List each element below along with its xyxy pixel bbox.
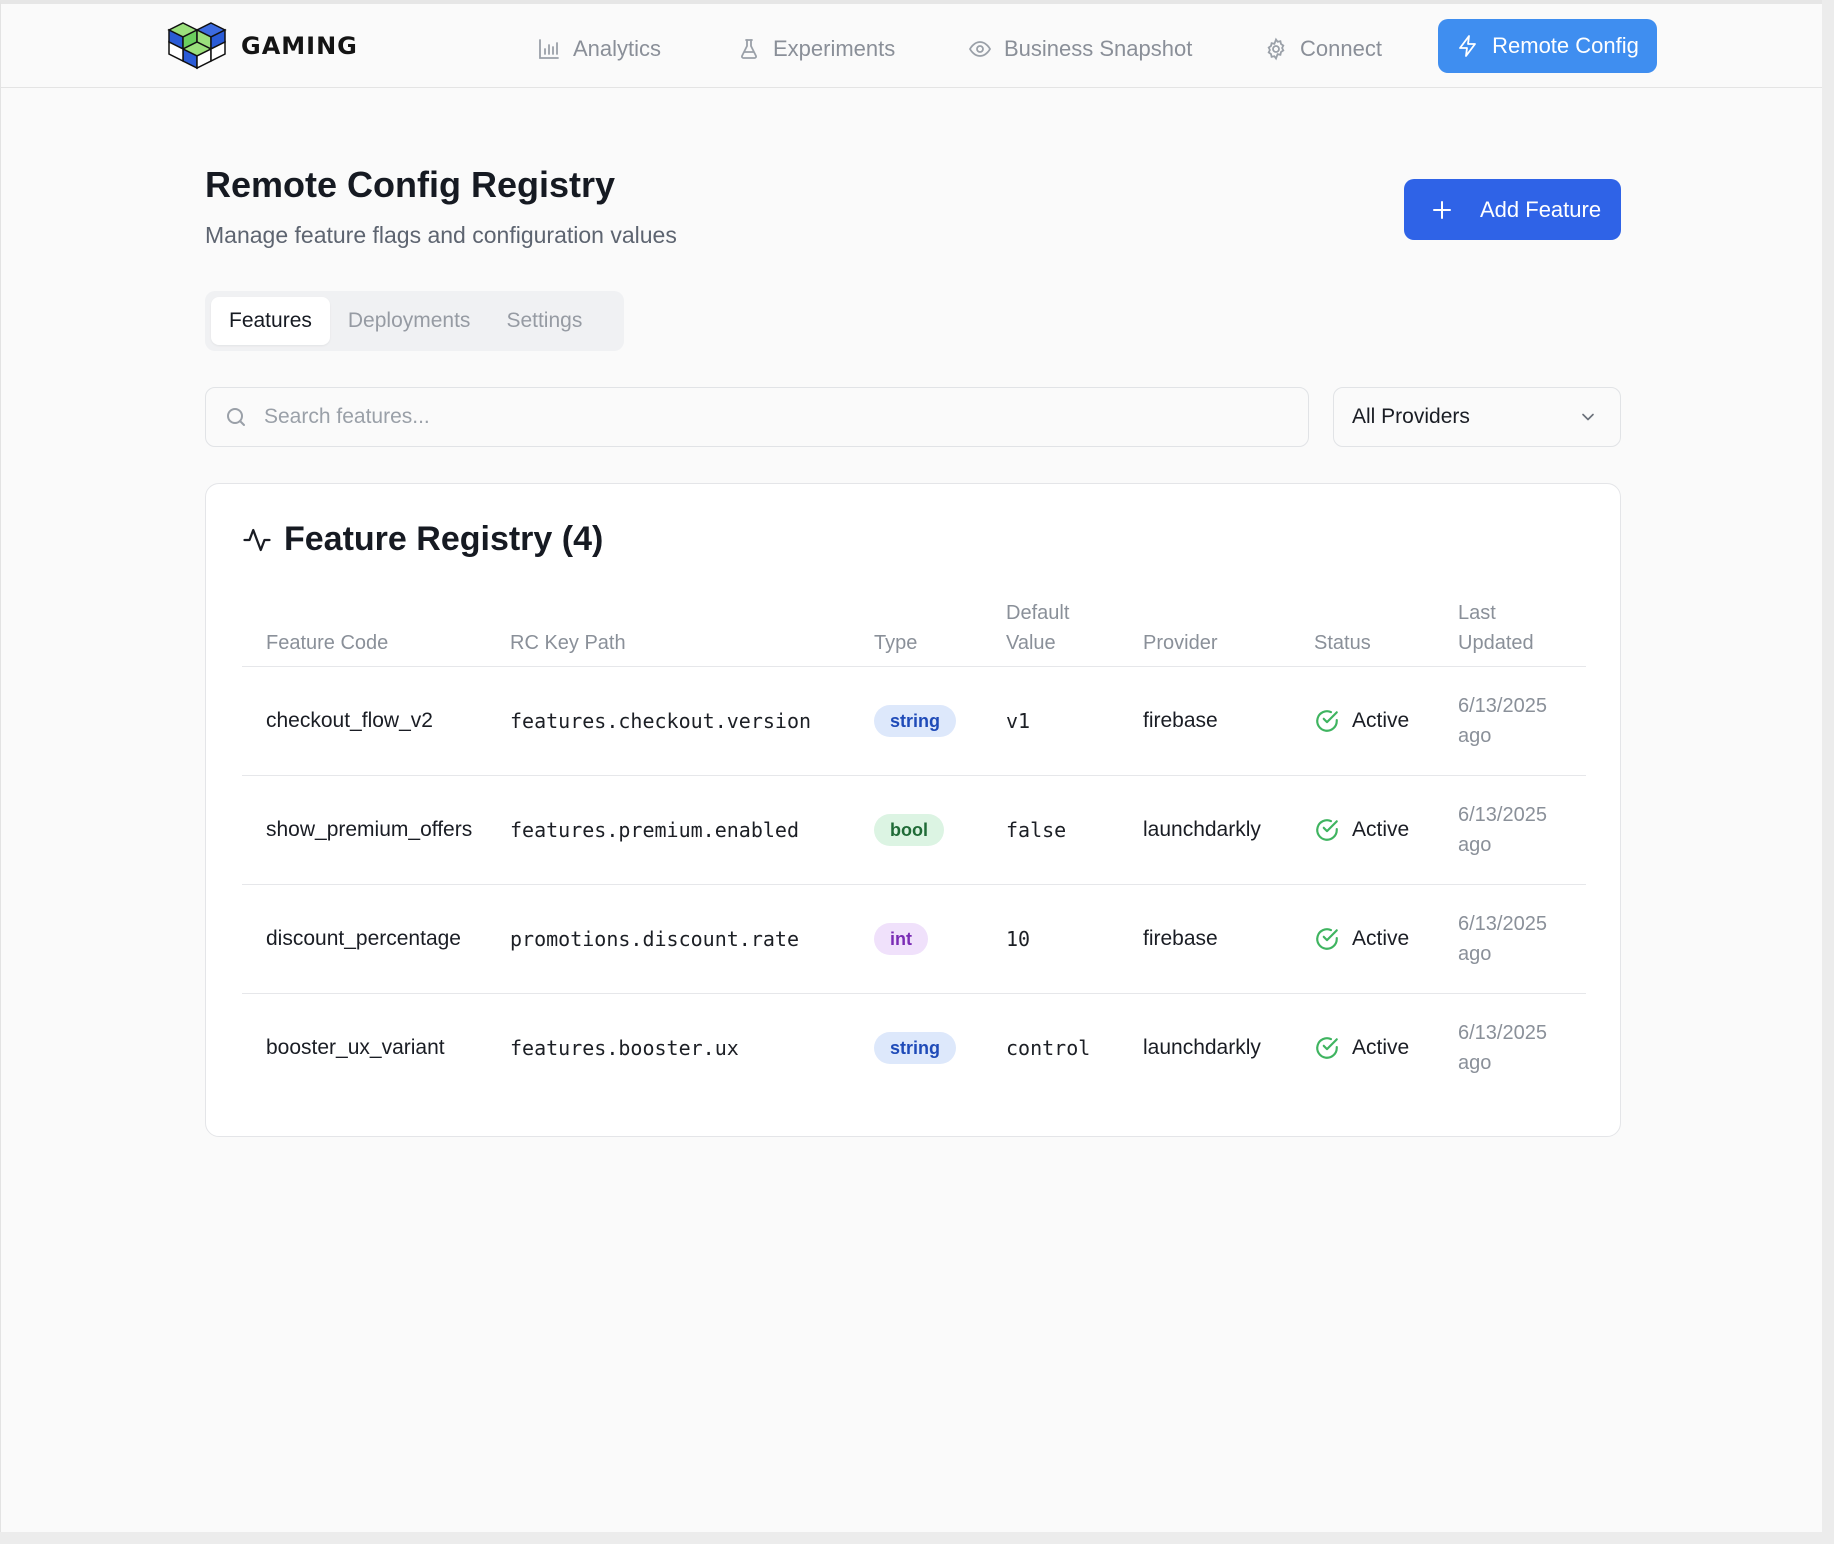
flask-icon [741,39,757,59]
default-value: control [1006,1035,1091,1060]
provider: launchdarkly [1143,775,1314,885]
table-row[interactable]: discount_percentage promotions.discount.… [242,884,1586,994]
table-header-row: Feature Code RC Key Path Type Default Val… [242,594,1586,667]
provider-select[interactable]: All Providers [1333,387,1621,447]
col-last-updated[interactable]: Last Updated [1458,594,1586,667]
card-title: Feature Registry (4) [284,520,604,558]
status-badge: Active [1314,926,1458,952]
nav-analytics-label: Analytics [573,36,662,61]
provider: firebase [1143,884,1314,994]
add-feature-button[interactable]: Add Feature [1404,179,1621,240]
col-provider[interactable]: Provider [1143,594,1314,667]
search-icon [227,408,245,426]
bar-chart-icon [539,39,559,59]
cubes-logo-icon [167,22,227,70]
check-circle-icon [1316,927,1338,950]
table-row[interactable]: show_premium_offers features.premium.ena… [242,775,1586,885]
rc-key-path: features.booster.ux [510,1035,739,1060]
table-row[interactable]: booster_ux_variant features.booster.ux s… [242,993,1586,1102]
check-circle-icon [1316,818,1338,841]
feature-registry-card: Feature Registry (4) Feature Code RC Key… [205,483,1621,1137]
col-default-value[interactable]: Default Value [1006,594,1143,667]
default-value: 10 [1006,884,1143,994]
type-badge: string [874,704,957,737]
last-updated: 6/13/2025 ago [1458,775,1586,885]
add-feature-label: Add Feature [1480,196,1602,222]
nav-connect[interactable]: Connect [1264,22,1382,76]
rc-key-path: promotions.discount.rate [510,884,874,994]
rc-key-path: features.premium.enabled [510,775,874,885]
lightning-icon [1459,35,1477,57]
gear-icon [1267,37,1285,61]
col-feature-code[interactable]: Feature Code [242,594,510,667]
tab-features[interactable]: Features [211,297,330,345]
provider-select-value: All Providers [1352,405,1470,428]
status-badge: Active [1314,1035,1458,1061]
nav-business-snapshot[interactable]: Business Snapshot [968,22,1192,76]
last-updated: 6/13/2025 ago [1458,1021,1547,1074]
default-value: false [1006,775,1143,885]
type-badge: string [874,1031,957,1064]
chevron-down-icon [1582,413,1594,421]
search-input[interactable] [264,405,1164,429]
tab-settings[interactable]: Settings [488,297,600,345]
plus-icon [1433,200,1451,219]
feature-code: checkout_flow_v2 [242,666,510,776]
app-window: GAMING Analytics Experiments Business Sn… [0,0,1822,1532]
nav-experiments[interactable]: Experiments [737,22,895,76]
brand-name: GAMING [241,32,358,60]
brand-logo[interactable]: GAMING [167,21,358,71]
provider: firebase [1143,666,1314,776]
check-circle-icon [1316,709,1338,732]
col-rc-key-path[interactable]: RC Key Path [510,594,874,667]
default-value: v1 [1006,666,1143,776]
status-badge: Active [1314,817,1458,843]
status-badge: Active [1314,708,1458,734]
tab-deployments[interactable]: Deployments [330,297,489,345]
tab-bar: Features Deployments Settings [205,291,624,351]
page-subtitle: Manage feature flags and configuration v… [205,222,677,248]
col-type[interactable]: Type [874,594,1006,667]
provider: launchdarkly [1143,1035,1261,1059]
activity-icon [243,528,271,551]
nav-remote-config-label: Remote Config [1492,33,1639,58]
table-row[interactable]: checkout_flow_v2 features.checkout.versi… [242,666,1586,776]
page-title: Remote Config Registry [205,164,616,205]
top-navigation: GAMING Analytics Experiments Business Sn… [1,4,1822,88]
nav-business-snapshot-label: Business Snapshot [1004,36,1193,61]
type-badge: int [874,922,928,955]
feature-code: discount_percentage [242,884,510,994]
nav-connect-label: Connect [1300,36,1382,61]
check-circle-icon [1316,1036,1338,1059]
rc-key-path: features.checkout.version [510,666,874,776]
eye-icon [968,41,992,57]
nav-experiments-label: Experiments [773,36,896,61]
col-status[interactable]: Status [1314,594,1458,667]
feature-code: show_premium_offers [242,775,510,885]
last-updated: 6/13/2025 ago [1458,666,1586,776]
card-header: Feature Registry (4) [242,520,603,559]
last-updated: 6/13/2025 ago [1458,884,1586,994]
feature-table: Feature Code RC Key Path Type Default Val… [242,594,1586,1102]
nav-analytics[interactable]: Analytics [537,22,661,76]
type-badge: bool [874,813,944,846]
nav-remote-config[interactable]: Remote Config [1438,19,1657,73]
feature-code: booster_ux_variant [266,1035,445,1059]
search-box [205,387,1309,447]
